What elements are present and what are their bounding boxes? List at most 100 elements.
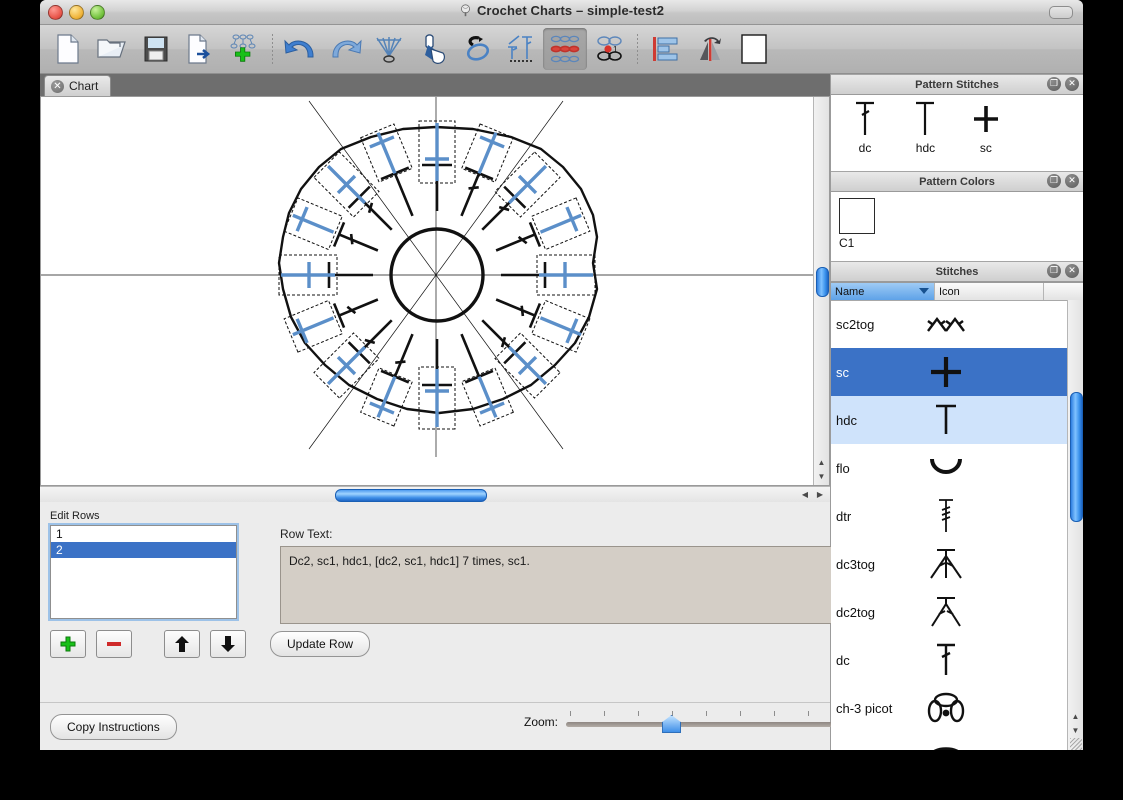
chain-loop-button[interactable]	[455, 28, 499, 70]
tab-chart[interactable]: ✕ Chart	[44, 75, 111, 96]
color-fill-button[interactable]	[411, 28, 455, 70]
save-disk-icon	[143, 35, 169, 63]
redo-button[interactable]	[323, 28, 367, 70]
stitch-name: ch-3 picot	[831, 701, 906, 716]
stitch-name: flo	[831, 461, 906, 476]
zoom-slider-track	[566, 722, 846, 727]
save-document-button[interactable]	[134, 28, 178, 70]
pattern-colors-body: C1	[831, 192, 1083, 261]
table-row[interactable]: dc3tog	[831, 540, 1067, 588]
zoom-slider-handle[interactable]	[662, 715, 681, 733]
increase-stitches-button[interactable]	[367, 28, 411, 70]
table-row[interactable]: ch-3 picot	[831, 684, 1067, 732]
close-panel-icon[interactable]: ✕	[1065, 77, 1079, 91]
pattern-color-label: C1	[839, 236, 854, 250]
column-header-name-label: Name	[835, 286, 864, 298]
color-swatch-button[interactable]	[732, 28, 776, 70]
export-document-button[interactable]	[178, 28, 222, 70]
align-left-icon	[651, 35, 681, 63]
row-text-input[interactable]: Dc2, sc1, hdc1, [dc2, sc1, hdc1] 7 times…	[280, 546, 855, 624]
remove-row-button[interactable]	[96, 630, 132, 658]
plus-icon	[59, 635, 77, 653]
edit-rows-label: Edit Rows	[50, 510, 820, 522]
new-document-button[interactable]	[46, 28, 90, 70]
row-list[interactable]: 1 2	[50, 525, 237, 619]
stitch-name: dtr	[831, 509, 906, 524]
chart-vertical-scrollbar[interactable]: ▲ ▼	[813, 97, 829, 485]
left-pane: ✕ Chart	[40, 74, 831, 750]
toolbar-toggle-button[interactable]	[1049, 6, 1073, 19]
table-row[interactable]: sc	[831, 348, 1067, 396]
pattern-stitch-sc[interactable]: sc	[958, 99, 1014, 155]
toolbar-separator-2	[637, 34, 638, 64]
table-row[interactable]: ch	[831, 732, 1067, 750]
chart-horizontal-scrollbar[interactable]: ◀ ▶	[40, 486, 830, 502]
sc2tog-icon	[906, 311, 986, 337]
update-row-button[interactable]: Update Row	[270, 631, 370, 657]
copy-instructions-button[interactable]: Copy Instructions	[50, 714, 177, 740]
column-header-spacer	[1044, 283, 1083, 300]
white-swatch-icon	[739, 33, 769, 65]
pattern-colors-header: Pattern Colors ❐ ✕	[831, 171, 1083, 192]
stitches-title: Stitches	[936, 266, 979, 278]
pattern-colors-title: Pattern Colors	[919, 176, 995, 188]
open-document-button[interactable]	[90, 28, 134, 70]
float-panel-icon[interactable]: ❐	[1047, 264, 1061, 278]
list-item[interactable]: 1	[51, 526, 236, 542]
chart-scroll-down-arrow[interactable]: ▼	[814, 469, 829, 483]
new-chart-button[interactable]	[222, 28, 266, 70]
zoom-slider[interactable]	[566, 711, 846, 731]
add-chart-icon	[228, 33, 260, 65]
chart-canvas[interactable]	[41, 97, 829, 485]
fan-stitch-icon	[373, 34, 405, 64]
stitches-table[interactable]: Name Icon sc2tog	[831, 282, 1083, 750]
table-row[interactable]: dc	[831, 636, 1067, 684]
stitches-vertical-scrollbar[interactable]: ▲ ▼	[1067, 300, 1083, 750]
crochet-chart-drawing	[41, 97, 829, 457]
round-mode-button[interactable]: 1	[587, 28, 631, 70]
stitch-name: dc2tog	[831, 605, 906, 620]
close-panel-icon[interactable]: ✕	[1065, 264, 1079, 278]
table-row[interactable]: hdc	[831, 396, 1067, 444]
pattern-stitch-dc[interactable]: dc	[837, 99, 893, 155]
table-row[interactable]: flo	[831, 444, 1067, 492]
column-header-icon[interactable]: Icon	[935, 283, 1044, 300]
undo-arrow-icon	[283, 35, 319, 63]
minus-icon	[105, 635, 123, 653]
stitch-name: ch	[831, 749, 906, 751]
stitches-scroll-down-arrow[interactable]: ▼	[1068, 723, 1083, 737]
move-row-down-button[interactable]	[210, 630, 246, 658]
add-row-button[interactable]	[50, 630, 86, 658]
pattern-stitch-hdc[interactable]: hdc	[897, 99, 953, 155]
stitches-rows-viewport: sc2tog sc hdc	[831, 300, 1067, 750]
float-panel-icon[interactable]: ❐	[1047, 174, 1061, 188]
column-header-name[interactable]: Name	[831, 283, 935, 300]
resize-grip[interactable]	[1070, 738, 1082, 750]
chart-scroll-up-arrow[interactable]: ▲	[814, 455, 829, 469]
list-item[interactable]: 2	[51, 542, 236, 558]
chart-view[interactable]: ▲ ▼	[40, 96, 830, 486]
rows-mode-button[interactable]	[543, 28, 587, 70]
color-swatch[interactable]	[839, 198, 875, 234]
align-left-button[interactable]	[644, 28, 688, 70]
pattern-color-c1[interactable]: C1	[839, 198, 885, 250]
float-panel-icon[interactable]: ❐	[1047, 77, 1061, 91]
chart-hscroll-thumb[interactable]	[335, 489, 487, 502]
move-row-up-button[interactable]	[164, 630, 200, 658]
undo-button[interactable]	[279, 28, 323, 70]
mirror-flip-button[interactable]	[688, 28, 732, 70]
sc-stitch-icon	[971, 99, 1001, 139]
edit-stitch-button[interactable]	[499, 28, 543, 70]
chart-scroll-right-arrow[interactable]: ▶	[813, 487, 827, 502]
chart-scroll-left-arrow[interactable]: ◀	[798, 487, 812, 502]
tab-close-icon[interactable]: ✕	[51, 80, 64, 93]
table-row[interactable]: sc2tog	[831, 300, 1067, 348]
close-panel-icon[interactable]: ✕	[1065, 174, 1079, 188]
chart-vscroll-thumb[interactable]	[816, 267, 829, 297]
stitch-name: sc	[831, 365, 906, 380]
table-row[interactable]: dtr	[831, 492, 1067, 540]
stitches-scroll-up-arrow[interactable]: ▲	[1068, 709, 1083, 723]
stitches-vscroll-thumb[interactable]	[1070, 392, 1083, 522]
table-row[interactable]: dc2tog	[831, 588, 1067, 636]
rows-grid-icon	[549, 34, 581, 64]
